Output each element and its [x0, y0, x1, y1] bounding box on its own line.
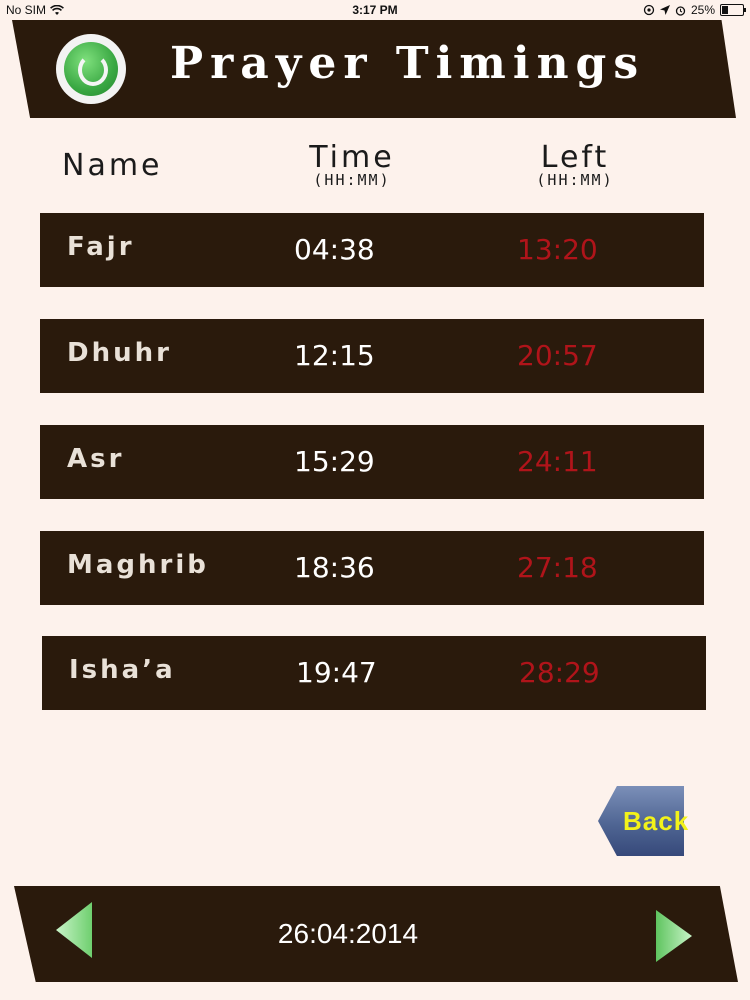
prayer-name: Asr: [67, 444, 125, 474]
prayer-time-left: 27:18: [517, 551, 598, 584]
prayer-time: 19:47: [296, 656, 377, 689]
prayer-row-dhuhr: Dhuhr 12:15 20:57: [40, 319, 704, 393]
prayer-time-left: 13:20: [517, 233, 598, 266]
prayer-time-left: 28:29: [519, 656, 600, 689]
prayer-name: Fajr: [67, 232, 135, 262]
status-right: 25%: [643, 3, 746, 17]
prayer-name: Dhuhr: [67, 338, 172, 368]
logo-ring: [64, 42, 118, 96]
prayer-time: 18:36: [294, 551, 375, 584]
battery-fill: [722, 6, 728, 14]
prayer-time-left: 24:11: [517, 445, 598, 478]
prayer-time-left: 20:57: [517, 339, 598, 372]
column-header-left-label: Left: [540, 140, 610, 175]
column-header-time-unit: (HH:MM): [313, 171, 391, 189]
column-header-left-unit: (HH:MM): [536, 171, 614, 189]
status-bar: No SIM 3:17 PM 25%: [0, 0, 750, 20]
prayer-time: 04:38: [294, 233, 375, 266]
battery-icon: [720, 4, 746, 16]
prayer-name: Isha’a: [69, 655, 176, 685]
header-banner: Prayer Timings: [12, 20, 736, 118]
page-title: Prayer Timings: [170, 38, 646, 89]
current-date: 26:04:2014: [277, 918, 419, 949]
prayer-row-ishaa: Isha’a 19:47 28:29: [42, 636, 706, 710]
prayer-name: Maghrib: [67, 550, 209, 580]
prayer-row-maghrib: Maghrib 18:36 27:18: [40, 531, 704, 605]
prayer-time: 12:15: [294, 339, 375, 372]
prayer-row-asr: Asr 15:29 24:11: [40, 425, 704, 499]
column-header-time: Time (HH:MM): [282, 140, 422, 189]
column-header-name: Name: [62, 148, 163, 183]
orientation-lock-icon: [643, 4, 655, 16]
back-button-label[interactable]: Back: [623, 806, 689, 837]
alarm-icon: [675, 5, 686, 16]
prayer-time: 15:29: [294, 445, 375, 478]
battery-percent: 25%: [690, 3, 715, 17]
status-time: 3:17 PM: [352, 3, 398, 17]
prayer-row-fajr: Fajr 04:38 13:20: [40, 213, 704, 287]
column-header-time-label: Time: [309, 140, 395, 175]
column-header-left: Left (HH:MM): [505, 140, 645, 189]
app-logo-icon: [56, 34, 126, 104]
column-header-name-label: Name: [62, 148, 163, 183]
location-arrow-icon: [659, 5, 670, 15]
